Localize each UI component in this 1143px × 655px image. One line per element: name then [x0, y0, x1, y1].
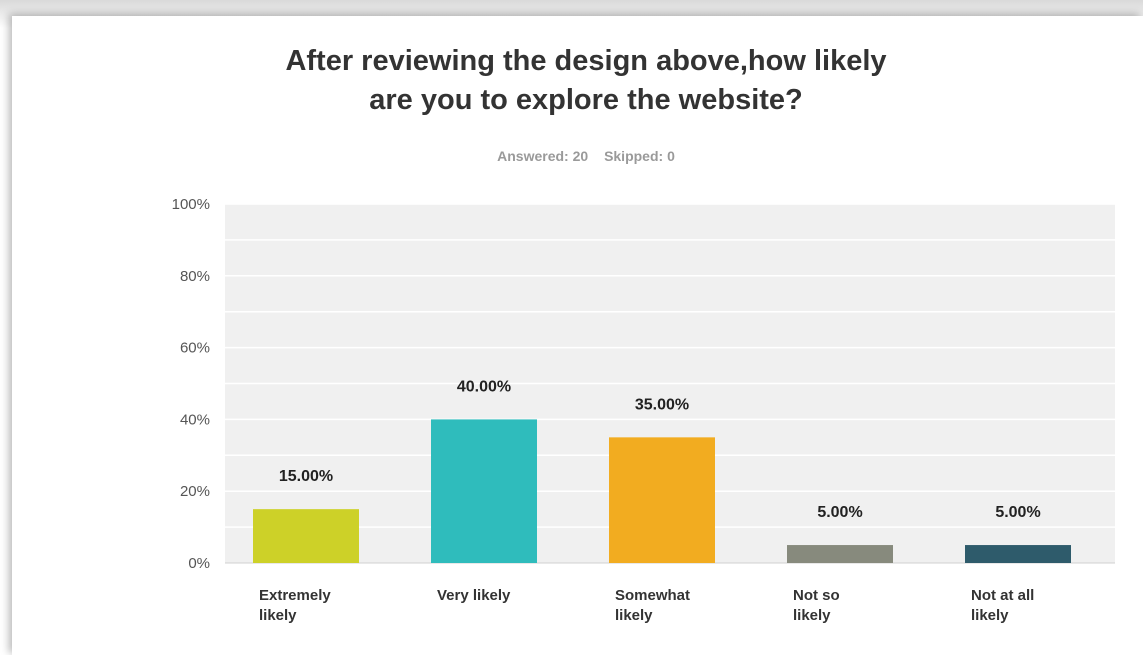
data-label: 5.00% [817, 504, 862, 521]
bar [965, 545, 1071, 563]
x-tick-label: Not at all likely [971, 587, 1035, 624]
data-label: 40.00% [457, 378, 511, 395]
bar-chart: 0% 20% 40% 60% 80% 100% 15.00% 40.00% 35.00% 5.00… [172, 196, 1115, 572]
x-tick-label: Very likely [437, 587, 511, 604]
y-tick-label: 0% [188, 555, 210, 572]
y-tick-label: 40% [180, 411, 210, 428]
y-tick-label: 20% [180, 483, 210, 500]
y-tick-label: 80% [180, 268, 210, 285]
x-tick-label: Extremely likely [259, 587, 331, 624]
y-tick-label: 100% [172, 196, 210, 213]
y-tick-label: 60% [180, 340, 210, 357]
data-label: 35.00% [635, 396, 689, 413]
bar [253, 509, 359, 563]
bar [787, 545, 893, 563]
bar [431, 419, 537, 563]
bar [609, 437, 715, 563]
x-tick-label: Somewhat likely [615, 587, 691, 624]
data-label: 15.00% [279, 468, 333, 485]
data-label: 5.00% [995, 504, 1040, 521]
x-tick-label: Not so likely [793, 587, 840, 624]
